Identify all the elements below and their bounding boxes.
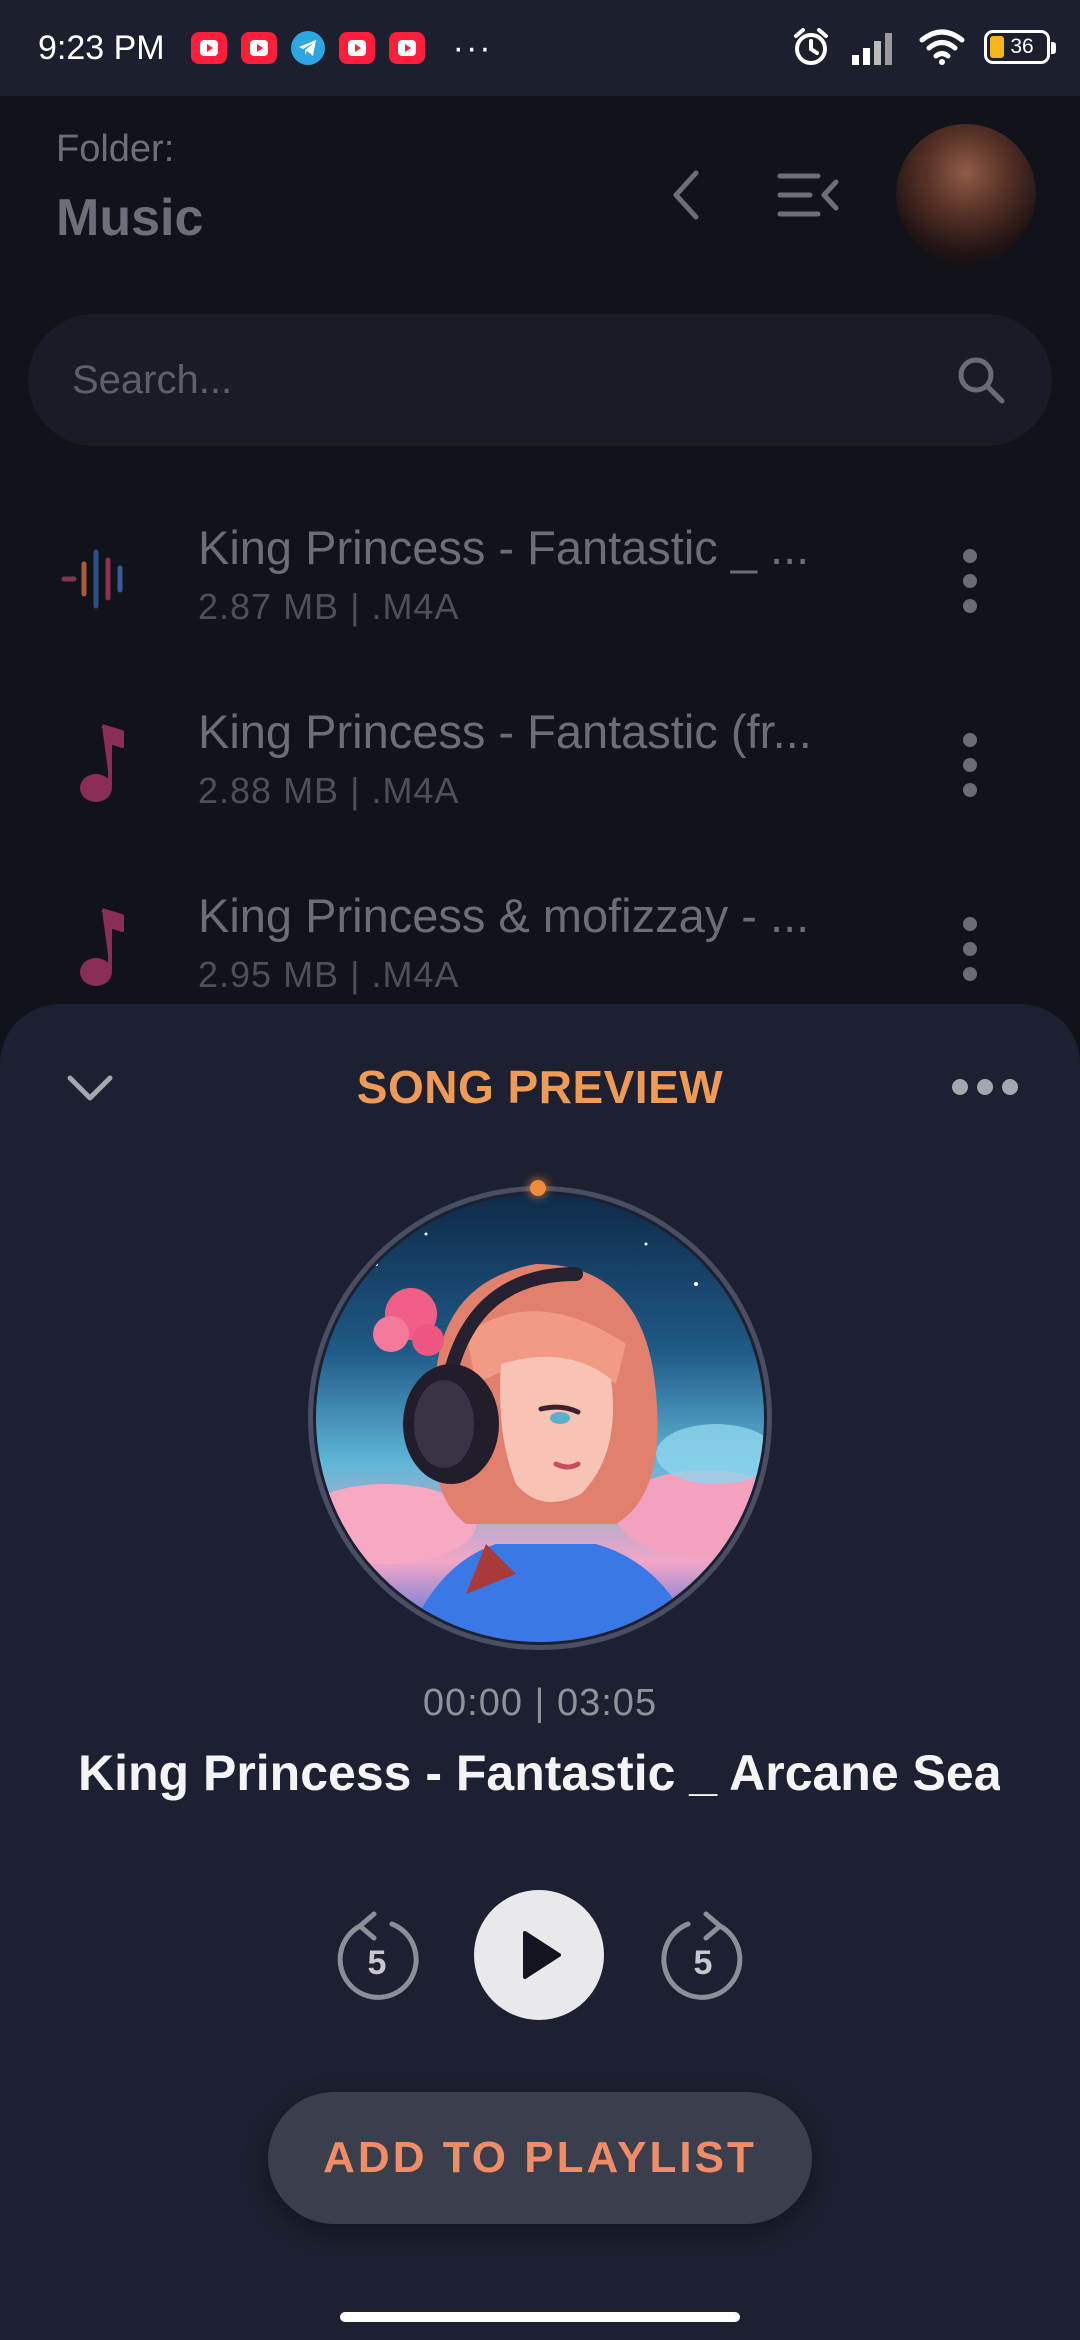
list-item[interactable]: King Princess - Fantastic _ ... 2.87 MB … bbox=[0, 520, 1080, 670]
file-meta: 2.87 MB | .M4A bbox=[198, 586, 460, 627]
youtube-icon bbox=[388, 32, 425, 64]
youtube-icon bbox=[338, 32, 375, 64]
file-meta: 2.95 MB | .M4A bbox=[198, 954, 460, 995]
file-extension: .M4A bbox=[371, 586, 460, 627]
song-preview-title: SONG PREVIEW bbox=[356, 1061, 724, 1113]
user-avatar[interactable] bbox=[896, 124, 1036, 264]
back-chevron-icon[interactable] bbox=[662, 165, 712, 225]
wifi-icon bbox=[919, 29, 965, 65]
file-size: 2.95 MB bbox=[198, 954, 340, 995]
status-bar: 9:23 PM ··· 36 bbox=[0, 0, 1080, 96]
folder-name: Music bbox=[56, 189, 204, 247]
forward-seconds: 5 bbox=[694, 1944, 713, 1982]
file-meta: 2.88 MB | .M4A bbox=[198, 770, 460, 811]
file-extension: .M4A bbox=[371, 770, 460, 811]
file-title: King Princess - Fantastic (fr... bbox=[198, 705, 812, 758]
song-title-text: King Princess - Fantastic _ Arcane Sea bbox=[80, 1745, 1000, 1801]
alarm-icon bbox=[794, 28, 828, 65]
youtube-icon bbox=[240, 32, 277, 64]
collapse-menu-icon[interactable] bbox=[776, 170, 840, 220]
forward-5-button[interactable]: 5 bbox=[656, 1908, 750, 2008]
forward-icon: 5 bbox=[661, 1911, 743, 2000]
file-size: 2.88 MB bbox=[198, 770, 340, 811]
album-cover bbox=[308, 1180, 772, 1650]
list-item[interactable]: King Princess - Fantastic (fr... 2.88 MB… bbox=[0, 704, 1080, 854]
music-note-icon bbox=[80, 724, 124, 802]
search-bar[interactable]: Search... bbox=[28, 314, 1052, 446]
status-time: 9:23 PM bbox=[38, 28, 165, 67]
telegram-icon bbox=[290, 31, 325, 65]
play-button[interactable] bbox=[474, 1890, 604, 2020]
file-title: King Princess - Fantastic _ ... bbox=[198, 521, 810, 574]
more-options-icon[interactable] bbox=[950, 1076, 1020, 1098]
progress-handle[interactable] bbox=[530, 1180, 546, 1196]
album-art bbox=[316, 1194, 764, 1642]
playback-time: 00:00 | 03:05 bbox=[422, 1682, 658, 1724]
youtube-icon bbox=[190, 32, 227, 64]
rewind-5-button[interactable]: 5 bbox=[330, 1908, 424, 2008]
song-title: King Princess - Fantastic _ Arcane Sea bbox=[80, 1744, 1000, 1802]
folder-label: Folder: bbox=[56, 128, 175, 170]
play-icon bbox=[523, 1931, 561, 1979]
battery-indicator: 36 bbox=[984, 30, 1056, 64]
more-notifications-icon: ··· bbox=[452, 28, 493, 67]
music-note-icon bbox=[80, 908, 124, 986]
file-extension: .M4A bbox=[371, 954, 460, 995]
kebab-menu-icon[interactable] bbox=[956, 730, 984, 800]
rewind-seconds: 5 bbox=[368, 1944, 387, 1982]
file-size: 2.87 MB bbox=[198, 586, 340, 627]
kebab-menu-icon[interactable] bbox=[956, 546, 984, 616]
waveform-icon bbox=[61, 549, 123, 609]
signal-icon bbox=[852, 33, 892, 65]
rewind-icon: 5 bbox=[337, 1911, 419, 2000]
add-to-playlist-button[interactable]: ADD TO PLAYLIST bbox=[268, 2092, 812, 2224]
playback-controls: 5 5 bbox=[0, 1890, 1080, 2020]
home-indicator[interactable] bbox=[340, 2312, 740, 2322]
kebab-menu-icon[interactable] bbox=[956, 914, 984, 984]
battery-percent: 36 bbox=[1010, 35, 1034, 58]
search-input[interactable]: Search... bbox=[72, 358, 954, 403]
file-title: King Princess & mofizzay - ... bbox=[198, 889, 810, 942]
search-icon[interactable] bbox=[954, 353, 1008, 407]
